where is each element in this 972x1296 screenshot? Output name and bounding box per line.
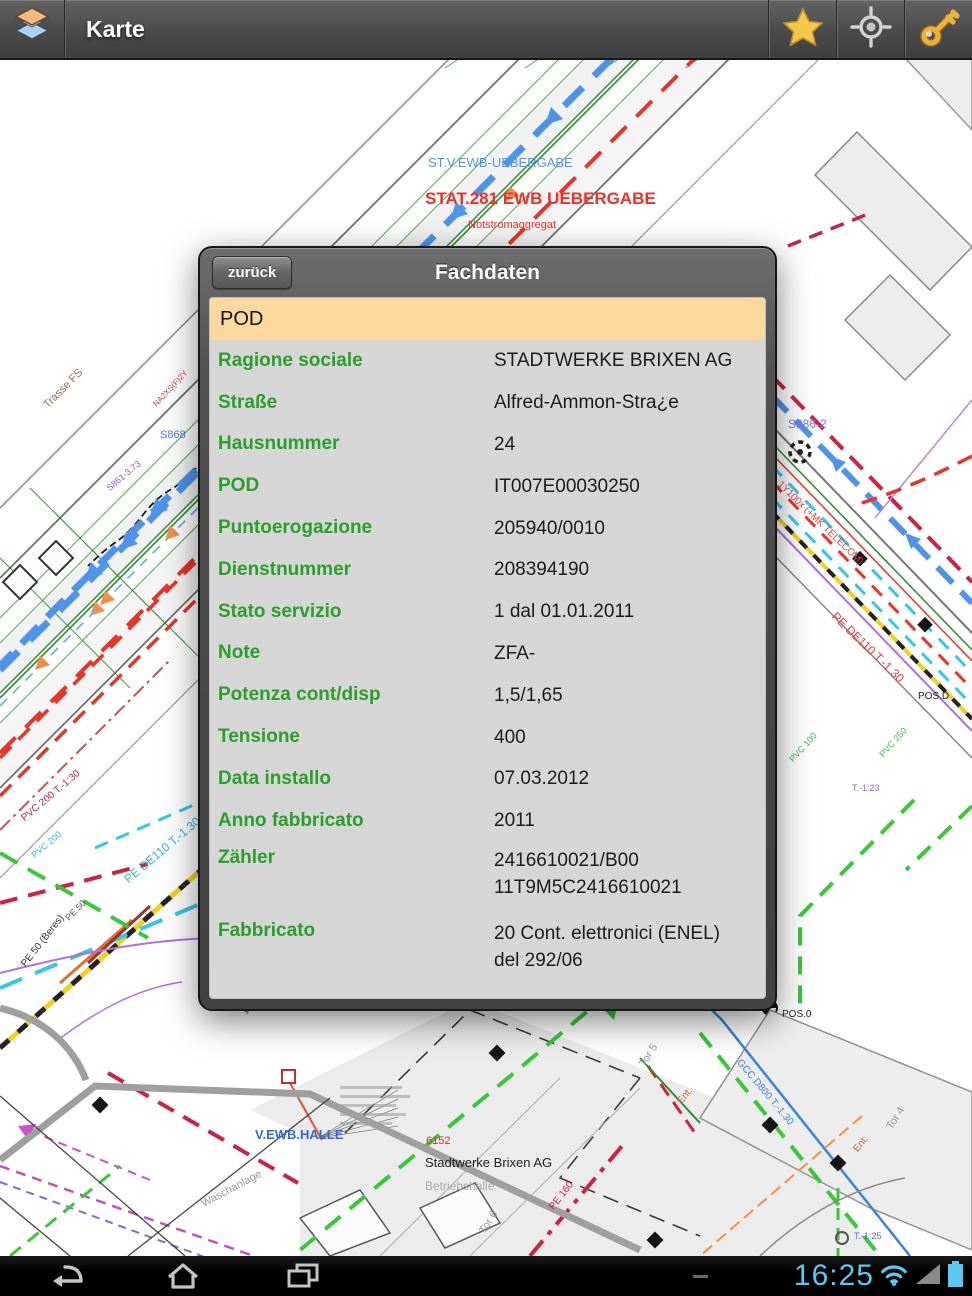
row-value: 2011 bbox=[494, 807, 765, 834]
map-label: S868 bbox=[160, 430, 186, 441]
map-label: S986-2 bbox=[788, 418, 827, 430]
map-label: T.-1:23 bbox=[852, 784, 880, 793]
row-value: 208394190 bbox=[494, 556, 765, 583]
row-value: ZFA- bbox=[494, 640, 765, 667]
table-row[interactable]: Fabbricato 20 Cont. elettronici (ENEL) d… bbox=[210, 915, 765, 988]
row-label: Anno fabbricato bbox=[218, 810, 494, 832]
row-label: Puntoerogazione bbox=[218, 517, 494, 539]
row-label: Data installo bbox=[218, 768, 494, 790]
row-label: POD bbox=[218, 475, 494, 497]
table-row[interactable]: Dienstnummer 208394190 bbox=[210, 549, 765, 591]
map-label: 6152 bbox=[426, 1136, 450, 1147]
notification-minus-icon[interactable] bbox=[693, 1275, 708, 1278]
system-navigation-bar: 16:25 bbox=[0, 1256, 972, 1296]
row-label: Straße bbox=[218, 392, 494, 414]
recents-nav-button[interactable] bbox=[285, 1262, 321, 1295]
table-row[interactable]: Puntoerogazione 205940/0010 bbox=[210, 507, 765, 549]
map-label: Stadtwerke Brixen AG bbox=[425, 1156, 552, 1169]
map-label: T.-1:25 bbox=[854, 1232, 882, 1241]
page-title: Karte bbox=[65, 0, 145, 58]
table-row[interactable]: Tensione 400 bbox=[210, 716, 765, 758]
row-value: 1,5/1,65 bbox=[494, 682, 765, 709]
back-nav-button[interactable] bbox=[48, 1262, 86, 1295]
row-value: 24 bbox=[494, 431, 765, 458]
home-icon bbox=[165, 1262, 201, 1290]
map-label: POS.0 bbox=[782, 1010, 811, 1020]
row-value: 1 dal 01.01.2011 bbox=[494, 598, 765, 625]
row-value: Alfred-Ammon-Stra¿e bbox=[494, 389, 765, 416]
row-label: Potenza cont/disp bbox=[218, 684, 494, 706]
row-value: 20 Cont. elettronici (ENEL) del 292/06 bbox=[494, 920, 765, 974]
table-row[interactable]: Zähler 2416610021/B00 11T9M5C2416610021 bbox=[210, 842, 765, 915]
action-bar-spacer bbox=[145, 0, 768, 58]
map-label: ST.V.EWB-UEBERGABE bbox=[428, 156, 573, 169]
locate-icon bbox=[849, 5, 893, 54]
row-value: IT007E00030250 bbox=[494, 473, 765, 500]
table-row[interactable]: Data installo 07.03.2012 bbox=[210, 758, 765, 800]
map-label: Notstromaggregat bbox=[468, 220, 556, 231]
battery-icon bbox=[947, 1261, 964, 1292]
back-icon bbox=[48, 1262, 86, 1290]
map-label: POS.D bbox=[918, 692, 949, 702]
row-value: 2416610021/B00 11T9M5C2416610021 bbox=[494, 847, 765, 901]
key-icon bbox=[916, 4, 962, 55]
table-row[interactable]: Straße Alfred-Ammon-Stra¿e bbox=[210, 382, 765, 424]
clock: 16:25 bbox=[794, 1259, 874, 1293]
row-label: Note bbox=[218, 642, 494, 664]
dialog-content: POD Ragione sociale STADTWERKE BRIXEN AG… bbox=[209, 297, 766, 999]
row-value: 400 bbox=[494, 724, 765, 751]
row-label: Zähler bbox=[218, 847, 494, 869]
fachdaten-dialog: zurück Fachdaten POD Ragione sociale STA… bbox=[198, 246, 777, 1011]
row-value: STADTWERKE BRIXEN AG bbox=[494, 347, 765, 374]
wifi-icon bbox=[879, 1260, 909, 1292]
row-label: Ragione sociale bbox=[218, 350, 494, 372]
map-label: Betriebshalle bbox=[425, 1180, 494, 1192]
action-bar: Karte bbox=[0, 0, 972, 60]
table-row[interactable]: Hausnummer 24 bbox=[210, 424, 765, 466]
table-row[interactable]: POD IT007E00030250 bbox=[210, 465, 765, 507]
row-label: Stato servizio bbox=[218, 601, 494, 623]
table-row[interactable]: Anno fabbricato 2011 bbox=[210, 800, 765, 842]
status-cluster[interactable]: 16:25 bbox=[794, 1256, 964, 1296]
locate-button[interactable] bbox=[836, 0, 904, 58]
table-row[interactable]: Stato servizio 1 dal 01.01.2011 bbox=[210, 591, 765, 633]
app-icon-button[interactable] bbox=[0, 0, 65, 58]
map-label: STAT.281 EWB UEBERGABE bbox=[425, 190, 656, 207]
row-label: Dienstnummer bbox=[218, 559, 494, 581]
map-label: V.EWB.HALLE bbox=[255, 1128, 343, 1141]
favorites-button[interactable] bbox=[768, 0, 836, 58]
layers-icon bbox=[12, 6, 52, 53]
table-row[interactable]: Potenza cont/disp 1,5/1,65 bbox=[210, 674, 765, 716]
row-value: 07.03.2012 bbox=[494, 765, 765, 792]
dialog-header: zurück Fachdaten bbox=[200, 248, 775, 297]
recents-icon bbox=[285, 1262, 321, 1290]
section-header[interactable]: POD bbox=[210, 298, 765, 340]
home-nav-button[interactable] bbox=[165, 1262, 201, 1295]
table-row[interactable]: Ragione sociale STADTWERKE BRIXEN AG bbox=[210, 340, 765, 382]
row-value: 205940/0010 bbox=[494, 515, 765, 542]
star-icon bbox=[780, 5, 826, 54]
back-button[interactable]: zurück bbox=[212, 256, 292, 289]
row-label: Fabbricato bbox=[218, 920, 494, 942]
table-row[interactable]: Note ZFA- bbox=[210, 633, 765, 675]
key-button[interactable] bbox=[904, 0, 972, 58]
row-label: Tensione bbox=[218, 726, 494, 748]
signal-icon bbox=[914, 1262, 942, 1291]
row-label: Hausnummer bbox=[218, 433, 494, 455]
